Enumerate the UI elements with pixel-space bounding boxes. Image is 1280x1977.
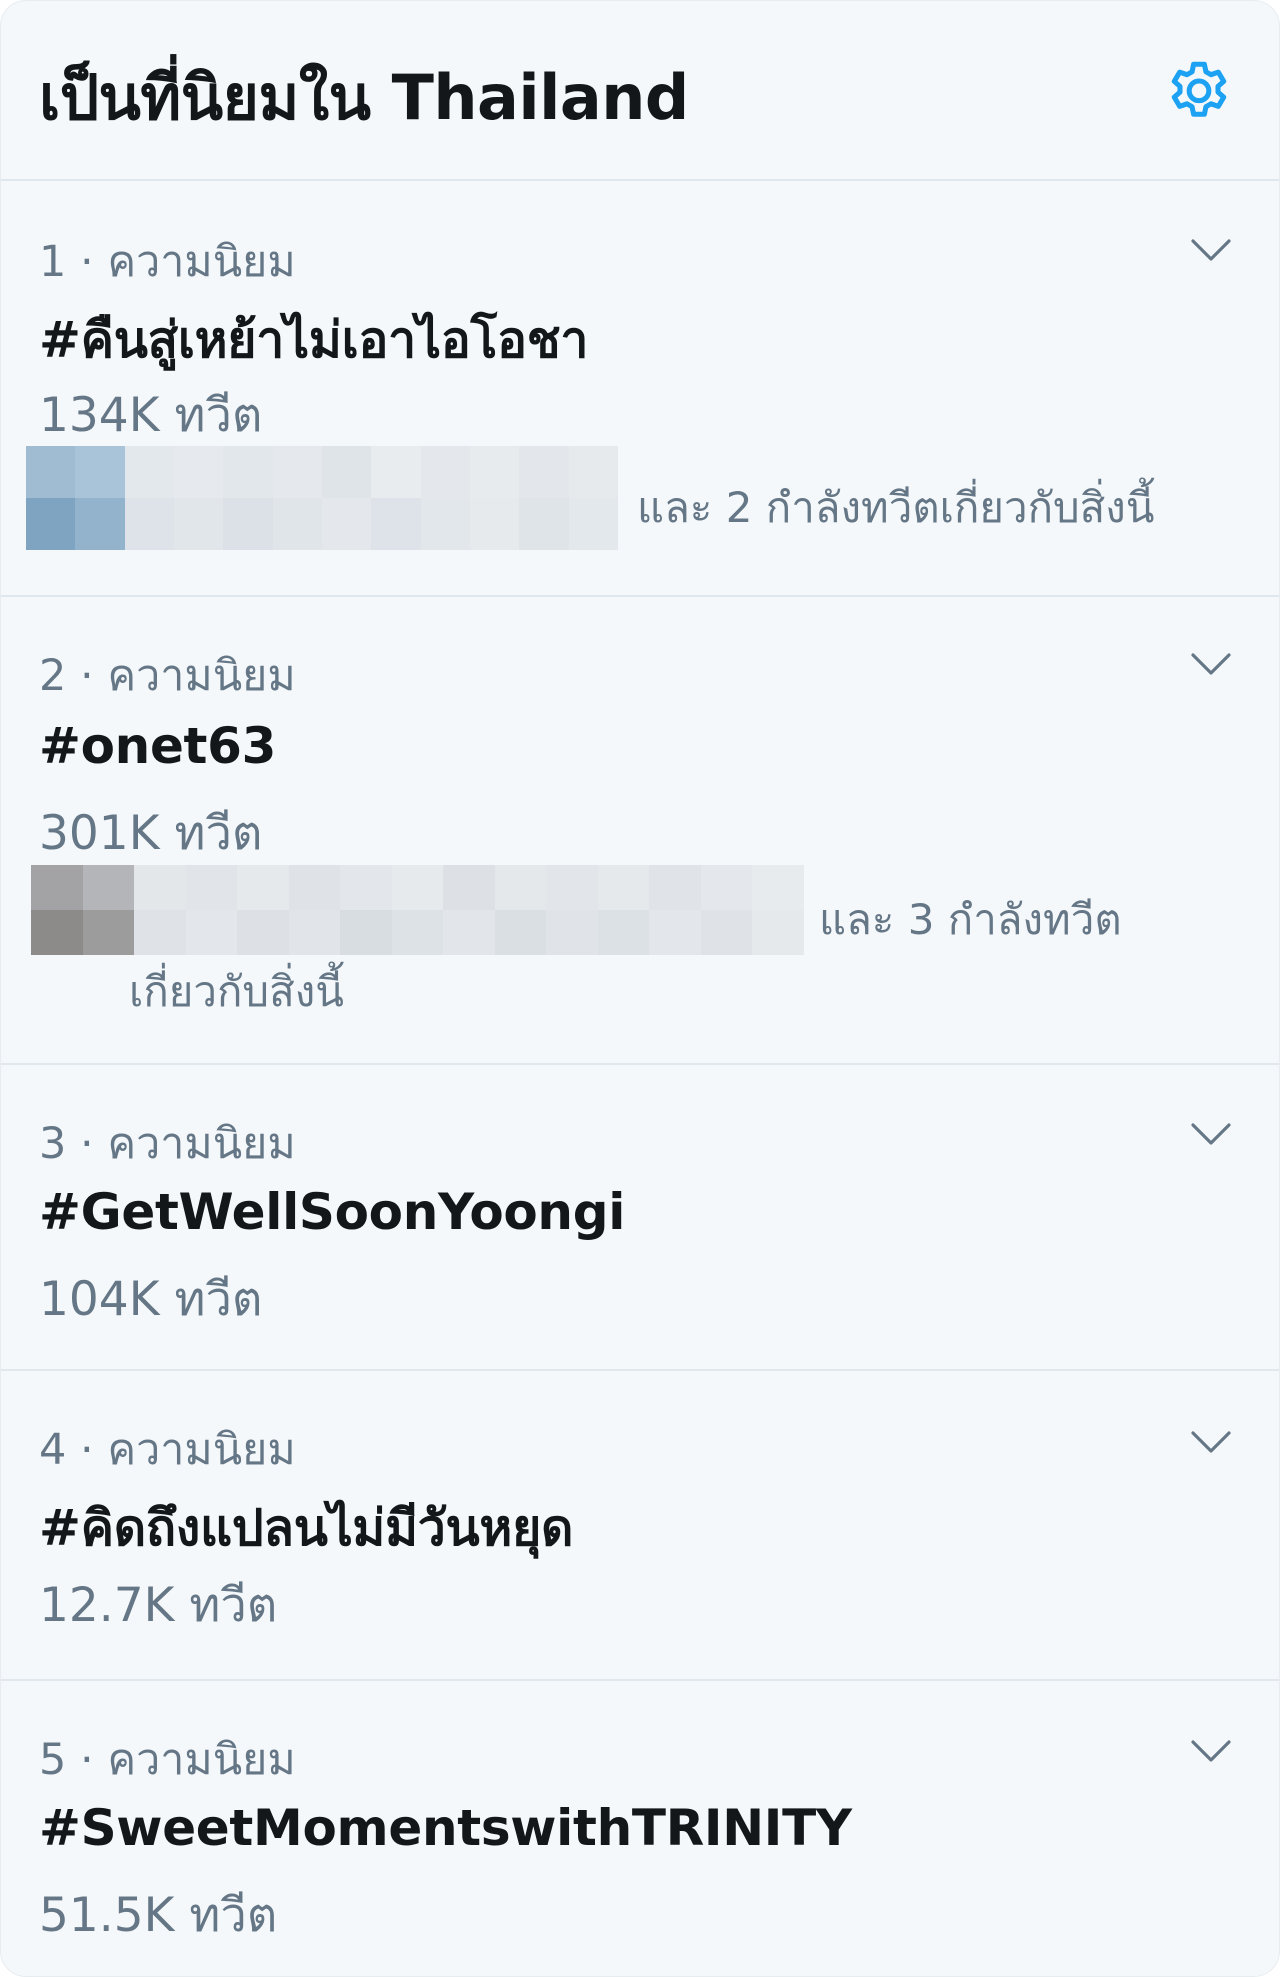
trend-hashtag: #คืนสู่เหย้าไม่เอาไอโอชา [39, 311, 589, 369]
trend-item-2[interactable]: 2 · ความนิยม #onet63 301K ทวีต และ 3 กำล… [1, 597, 1279, 1065]
trend-context-continued: เกี่ยวกับสิ่งนี้ [129, 967, 344, 1016]
avatar [31, 865, 804, 955]
trend-meta: 1 · ความนิยม [39, 237, 296, 287]
gear-icon[interactable] [1161, 56, 1237, 132]
trends-panel: เป็นที่นิยมใน Thailand 1 · ความนิยม #คืน… [0, 0, 1280, 1977]
tweet-count: 51.5K ทวีต [39, 1888, 278, 1943]
trend-item-3[interactable]: 3 · ความนิยม #GetWellSoonYoongi 104K ทวี… [1, 1065, 1279, 1371]
tweet-count: 134K ทวีต [39, 388, 263, 443]
trend-meta: 4 · ความนิยม [39, 1425, 296, 1475]
trends-title: เป็นที่นิยมใน Thailand [39, 61, 689, 134]
avatar [26, 446, 618, 550]
tweet-count: 12.7K ทวีต [39, 1578, 278, 1633]
trend-hashtag: #คิดถึงแปลนไม่มีวันหยุด [39, 1499, 574, 1557]
chevron-down-icon[interactable] [1189, 650, 1233, 678]
chevron-down-icon[interactable] [1189, 1737, 1233, 1765]
trend-hashtag: #SweetMomentswithTRINITY [39, 1799, 852, 1857]
trend-hashtag: #GetWellSoonYoongi [39, 1183, 626, 1241]
tweet-count: 104K ทวีต [39, 1272, 263, 1327]
trend-item-1[interactable]: 1 · ความนิยม #คืนสู่เหย้าไม่เอาไอโอชา 13… [1, 181, 1279, 597]
trend-meta: 5 · ความนิยม [39, 1735, 296, 1785]
trend-hashtag: #onet63 [39, 717, 277, 775]
tweet-count: 301K ทวีต [39, 806, 263, 861]
trends-header: เป็นที่นิยมใน Thailand [1, 1, 1279, 181]
trend-context: และ 3 กำลังทวีต [819, 895, 1122, 944]
chevron-down-icon[interactable] [1189, 1120, 1233, 1148]
trend-context: และ 2 กำลังทวีตเกี่ยวกับสิ่งนี้ [637, 483, 1155, 532]
chevron-down-icon[interactable] [1189, 1428, 1233, 1456]
trend-meta: 2 · ความนิยม [39, 651, 296, 701]
trend-meta: 3 · ความนิยม [39, 1119, 296, 1169]
chevron-down-icon[interactable] [1189, 236, 1233, 264]
trend-item-5[interactable]: 5 · ความนิยม #SweetMomentswithTRINITY 51… [1, 1681, 1279, 1976]
trend-item-4[interactable]: 4 · ความนิยม #คิดถึงแปลนไม่มีวันหยุด 12.… [1, 1371, 1279, 1681]
